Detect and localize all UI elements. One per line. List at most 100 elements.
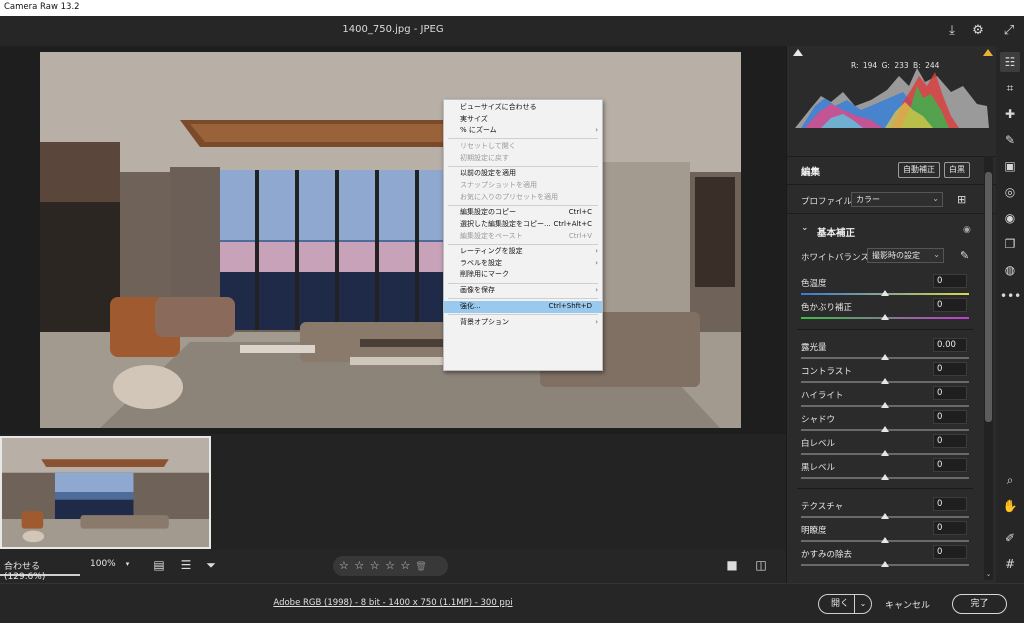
slider-value[interactable]: 0 [933,458,967,472]
open-button[interactable]: 開く ⌄ [818,594,872,614]
chevron-down-icon[interactable]: ⌄ [854,595,871,613]
context-menu-item[interactable]: レーティングを設定 › [444,246,602,258]
menu-separator [448,282,598,284]
slider-thumb[interactable] [881,354,889,360]
slider-tint[interactable]: 色かぶり補正 0 [787,298,983,325]
save-icon[interactable]: ⤓ [943,22,961,40]
slider-thumb[interactable] [881,450,889,456]
context-menu-item[interactable]: 削除用にマーク [444,269,602,281]
menu-item-label: 背景オプション [460,317,509,326]
slider-value[interactable]: 0 [933,274,967,288]
slider-thumb[interactable] [881,378,889,384]
slider-thumb[interactable] [881,314,889,320]
slider-value[interactable]: 0.00 [933,338,967,352]
gradient-icon[interactable]: ▣ [1000,156,1020,176]
slider-value[interactable]: 0 [933,298,967,312]
slider-thumb[interactable] [881,290,889,296]
edit-sliders-icon[interactable]: ☷ [1000,52,1020,72]
snapshots-icon[interactable]: ❐ [1000,234,1020,254]
edit-panel: R: 194 G: 233 B: 244 編集 自動補正 白黒 プロファイル カ… [786,46,997,583]
fullscreen-icon[interactable]: ⤢ [1000,22,1018,40]
bw-button[interactable]: 白黒 [944,162,970,178]
context-menu-item[interactable]: 実サイズ [444,114,602,126]
filmstrip-thumbnail[interactable] [0,436,211,549]
menu-item-label: 画像を保存 [460,286,495,295]
workflow-options-link[interactable]: Adobe RGB (1998) - 8 bit - 1400 x 750 (1… [0,598,786,608]
context-menu-item[interactable]: ラベルを設定 › [444,258,602,270]
menu-separator [448,138,598,140]
context-menu-item[interactable]: 選択した編集設定をコピー... Ctrl+Alt+C [444,219,602,231]
basic-section-header[interactable]: ⌄ 基本補正 ◉ [787,220,997,242]
grid-icon[interactable]: # [1000,554,1020,574]
color-sampler-icon[interactable]: ✐ [1000,528,1020,548]
gear-icon[interactable]: ⚙ [969,22,987,40]
open-label: 開く [831,599,850,609]
redeye-icon[interactable]: ◉ [1000,208,1020,228]
context-menu-item[interactable]: 以前の設定を適用 [444,168,602,180]
context-menu-item[interactable]: 画像を保存 › [444,285,602,297]
slider-thumb[interactable] [881,426,889,432]
slider-value[interactable]: 0 [933,497,967,511]
white-balance-select[interactable]: 撮影時の設定 ⌄ [867,248,944,263]
menu-item-label: スナップショットを適用 [460,180,537,189]
highlight-clipping-icon[interactable] [983,49,993,56]
trash-icon[interactable]: 🗑 [415,562,427,572]
profile-select[interactable]: カラー ⌄ [851,192,943,207]
context-menu-item[interactable]: 背景オプション › [444,317,602,329]
visibility-eye-icon[interactable]: ◉ [963,225,971,235]
slider-thumb[interactable] [881,513,889,519]
menu-separator [448,165,598,167]
done-button[interactable]: 完了 [952,594,1007,614]
auto-button[interactable]: 自動補正 [898,162,940,178]
slider-value[interactable]: 0 [933,362,967,376]
slider-label: 黒レベル [801,463,836,473]
hand-icon[interactable]: ✋ [1000,496,1020,516]
brush-icon[interactable]: ✎ [1000,130,1020,150]
presets-icon[interactable]: ◍ [1000,260,1020,280]
slider-thumb[interactable] [881,561,889,567]
sort-icon[interactable]: ☰ [177,556,195,574]
slider-value[interactable]: 0 [933,521,967,535]
star-rating[interactable]: ☆ ☆ ☆ ☆ ☆ 🗑 [333,556,448,576]
divider [797,488,973,489]
context-menu-item[interactable]: 強化... Ctrl+Shft+D [444,301,602,313]
image-canvas[interactable]: ビューサイズに合わせる 実サイズ % にズーム › リセットして開く 初期設定に戻す 以前の… [0,46,786,434]
slider-label: ハイライト [801,391,844,401]
slider-blacks[interactable]: 黒レベル 0 [787,458,983,485]
slider-value[interactable]: 0 [933,386,967,400]
context-menu-item[interactable]: % にズーム › [444,125,602,137]
rating-stars[interactable]: ☆ ☆ ☆ ☆ ☆ [339,559,411,572]
profile-browser-icon[interactable]: ⊞ [957,193,966,206]
eyedropper-icon[interactable]: ✎ [960,249,969,262]
slider-dehaze[interactable]: かすみの除去 0 [787,545,983,572]
crop-icon[interactable]: ⌗ [1000,78,1020,98]
scrollbar-thumb[interactable] [985,172,992,422]
cancel-button[interactable]: キャンセル [885,598,930,611]
context-menu-item[interactable]: ビューサイズに合わせる [444,102,602,114]
menu-item-label: お気に入りのプリセットを適用 [460,192,558,201]
before-after-icon[interactable]: ◫ [752,556,770,574]
panel-scrollbar[interactable]: ⌄ [984,156,993,580]
preview-image[interactable] [40,52,741,428]
slider-thumb[interactable] [881,474,889,480]
slider-value[interactable]: 0 [933,545,967,559]
slider-thumb[interactable] [881,402,889,408]
zoom-select[interactable]: 100% ▾ [84,556,136,576]
slider-thumb[interactable] [881,537,889,543]
single-view-icon[interactable]: ■ [723,556,741,574]
shadow-clipping-icon[interactable] [793,49,803,56]
zoom-icon[interactable]: ⌕ [1000,470,1020,490]
more-icon[interactable]: ••• [1000,286,1021,306]
slider-value[interactable]: 0 [933,434,967,448]
scroll-down-icon[interactable]: ⌄ [984,570,993,578]
menu-separator [448,204,598,206]
chevron-right-icon: › [595,258,598,267]
radial-icon[interactable]: ◎ [1000,182,1020,202]
slider-value[interactable]: 0 [933,410,967,424]
filmstrip-view-icon[interactable]: ▤ [150,556,168,574]
context-menu-item[interactable]: 編集設定のコピー Ctrl+C [444,207,602,219]
chevron-right-icon: › [595,317,598,326]
filter-icon[interactable]: ⏷ [202,556,220,574]
healing-icon[interactable]: ✚ [1000,104,1020,124]
fit-zoom-button[interactable]: 合わせる (129.6%) [0,556,80,582]
